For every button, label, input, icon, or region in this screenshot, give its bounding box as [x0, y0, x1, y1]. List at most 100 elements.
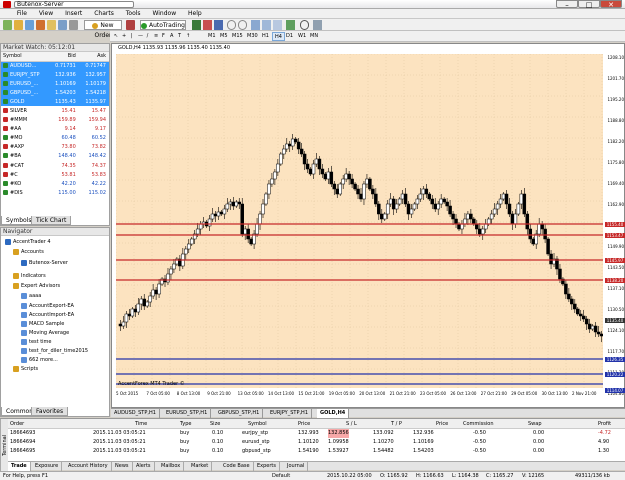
- bar-chart-icon[interactable]: [192, 20, 201, 30]
- tab-tick-chart[interactable]: Tick Chart: [31, 216, 72, 225]
- tab-news[interactable]: News: [112, 462, 133, 471]
- maximize-button[interactable]: □: [578, 0, 600, 9]
- autotrading-button[interactable]: AutoTrading: [140, 20, 186, 30]
- arrows-icon[interactable]: ↑: [184, 32, 191, 41]
- col-symbol[interactable]: Symbol: [248, 420, 267, 428]
- tab-account-history[interactable]: Account History: [65, 462, 112, 471]
- zoom-in-icon[interactable]: [227, 20, 236, 30]
- menu-help[interactable]: Help: [183, 9, 207, 19]
- menu-file[interactable]: File: [12, 9, 32, 19]
- tab-exposure[interactable]: Exposure: [32, 462, 63, 471]
- chart-shift-icon[interactable]: [273, 20, 282, 30]
- tab-mailbox[interactable]: Mailbox: [158, 462, 185, 471]
- timeframe-m15[interactable]: M15: [230, 32, 245, 41]
- horizontal-line-icon[interactable]: —: [136, 32, 143, 41]
- market-watch-row[interactable]: #KO 42.20 42.22: [1, 179, 109, 188]
- market-watch-row[interactable]: #CAT 74.35 74.37: [1, 161, 109, 170]
- chart-window[interactable]: GOLD,H4 1135.93 1135.96 1135.40 1135.40 …: [111, 43, 625, 408]
- navigator-item[interactable]: AccountImport-EA: [21, 311, 74, 319]
- col-symbol[interactable]: Symbol: [1, 52, 49, 62]
- tab-trade[interactable]: Trade: [8, 462, 31, 471]
- channel-icon[interactable]: ≡: [152, 32, 159, 41]
- vertical-line-icon[interactable]: |: [128, 32, 135, 41]
- timeframe-d1[interactable]: D1: [284, 32, 295, 41]
- navigator-item[interactable]: Expert Advisors: [13, 282, 60, 290]
- zoom-out-icon[interactable]: [238, 20, 247, 30]
- navigator-item[interactable]: Moving Average: [21, 329, 69, 337]
- market-watch-icon[interactable]: [25, 20, 34, 30]
- chart-tab-eurusd[interactable]: EURUSD_STP,H1: [163, 409, 212, 418]
- timeframe-h1[interactable]: H1: [260, 32, 271, 41]
- chart-plot-area[interactable]: AccentForex MT4 Trader ©: [116, 54, 603, 388]
- tab-journal[interactable]: Journal: [284, 462, 309, 471]
- trade-row[interactable]: 18664695 2015.11.03 03:05:21 buy 0.10 gbpusd…: [8, 447, 625, 456]
- market-watch-row[interactable]: #DIS 115.00 115.02: [1, 188, 109, 197]
- timeframe-h4[interactable]: H4: [272, 32, 285, 41]
- tester-icon[interactable]: [69, 20, 78, 30]
- col-profit[interactable]: Profit: [598, 420, 611, 428]
- market-watch-row[interactable]: AUDUSD... 0.71731 0.71747: [1, 61, 109, 71]
- navigator-item[interactable]: AccountExport-EA: [21, 302, 74, 310]
- tab-favorites[interactable]: Favorites: [31, 407, 69, 416]
- market-watch-row[interactable]: #AXP 73.80 73.82: [1, 143, 109, 152]
- menu-charts[interactable]: Charts: [89, 9, 119, 19]
- cursor-icon[interactable]: ↖: [112, 32, 119, 41]
- navigator-item[interactable]: test_for_diler_time2015: [21, 347, 88, 355]
- col-tp[interactable]: T / P: [391, 420, 402, 428]
- new-chart-icon[interactable]: [3, 20, 12, 30]
- col-bid[interactable]: Bid: [48, 52, 79, 62]
- col-commission[interactable]: Commission: [463, 420, 494, 428]
- crosshair-icon[interactable]: +: [120, 32, 127, 41]
- chart-tab-gbpusd[interactable]: GBPUSD_STP,H1: [215, 409, 264, 418]
- chart-tab-gold[interactable]: GOLD,H4: [317, 409, 350, 418]
- col-ask[interactable]: Ask: [78, 52, 109, 62]
- navigator-item[interactable]: 662 more...: [21, 356, 58, 364]
- market-watch-row[interactable]: #BA 148.40 148.42: [1, 152, 109, 161]
- market-watch-row[interactable]: EURJPY_STP 132.936 132.957: [1, 70, 109, 80]
- chart-tab-audusd[interactable]: AUDUSD_STP,H1: [111, 409, 160, 418]
- tab-code-base[interactable]: Code Base: [220, 462, 254, 471]
- navigator-item[interactable]: aaaa: [21, 292, 41, 300]
- trade-row[interactable]: 18664693 2015.11.03 03:05:21 buy 0.10 eurjpy…: [8, 429, 625, 438]
- market-watch-row[interactable]: SILVER 15.41 15.47: [1, 106, 109, 115]
- col-sl[interactable]: S / L: [346, 420, 357, 428]
- trendline-icon[interactable]: /: [144, 32, 151, 41]
- navigator-item[interactable]: Accounts: [13, 248, 44, 256]
- navigator-item[interactable]: Scripts: [13, 365, 38, 373]
- timeframe-w1[interactable]: W1: [296, 32, 308, 41]
- periods-icon[interactable]: [300, 20, 309, 30]
- navigator-item[interactable]: test time: [21, 338, 52, 346]
- indicators-icon[interactable]: [286, 20, 295, 30]
- auto-scroll-icon[interactable]: [262, 20, 271, 30]
- col-order[interactable]: Order: [10, 420, 24, 428]
- label-tool-icon[interactable]: T: [176, 32, 183, 41]
- menu-insert[interactable]: Insert: [60, 9, 87, 19]
- market-watch-row[interactable]: GBPUSD_... 1.54203 1.54218: [1, 88, 109, 98]
- trade-row[interactable]: 18664694 2015.11.03 03:05:21 buy 0.10 eurusd…: [8, 438, 625, 447]
- market-watch-row[interactable]: EURUSD_... 1.10169 1.10179: [1, 79, 109, 89]
- chart-tab-eurjpy[interactable]: EURJPY_STP,H1: [267, 409, 313, 418]
- timeframe-mn[interactable]: MN: [308, 32, 320, 41]
- col-price[interactable]: Price: [298, 420, 310, 428]
- col-type[interactable]: Type: [180, 420, 191, 428]
- text-tool-icon[interactable]: A: [168, 32, 175, 41]
- col-time[interactable]: Time: [135, 420, 147, 428]
- metaeditor-icon[interactable]: [126, 20, 135, 30]
- timeframe-m5[interactable]: M5: [218, 32, 230, 41]
- navigator-item[interactable]: AccentTrader 4: [5, 238, 51, 246]
- navigator-item[interactable]: Indicators: [13, 272, 46, 280]
- candlesticks-icon[interactable]: [203, 20, 212, 30]
- timeframe-m30[interactable]: M30: [245, 32, 260, 41]
- templates-icon[interactable]: [313, 20, 322, 30]
- menu-tools[interactable]: Tools: [121, 9, 146, 19]
- tab-experts[interactable]: Experts: [254, 462, 280, 471]
- col-size[interactable]: Size: [210, 420, 220, 428]
- navigator-item[interactable]: Butenox-Server: [21, 259, 68, 267]
- market-watch-row[interactable]: #MO 60.48 60.52: [1, 134, 109, 143]
- close-button[interactable]: ✕: [600, 0, 622, 9]
- tab-alerts[interactable]: Alerts: [133, 462, 155, 471]
- menu-view[interactable]: View: [34, 9, 58, 19]
- col-swap[interactable]: Swap: [528, 420, 542, 428]
- tile-windows-icon[interactable]: [251, 20, 260, 30]
- market-watch-row[interactable]: #C 53.81 53.83: [1, 170, 109, 179]
